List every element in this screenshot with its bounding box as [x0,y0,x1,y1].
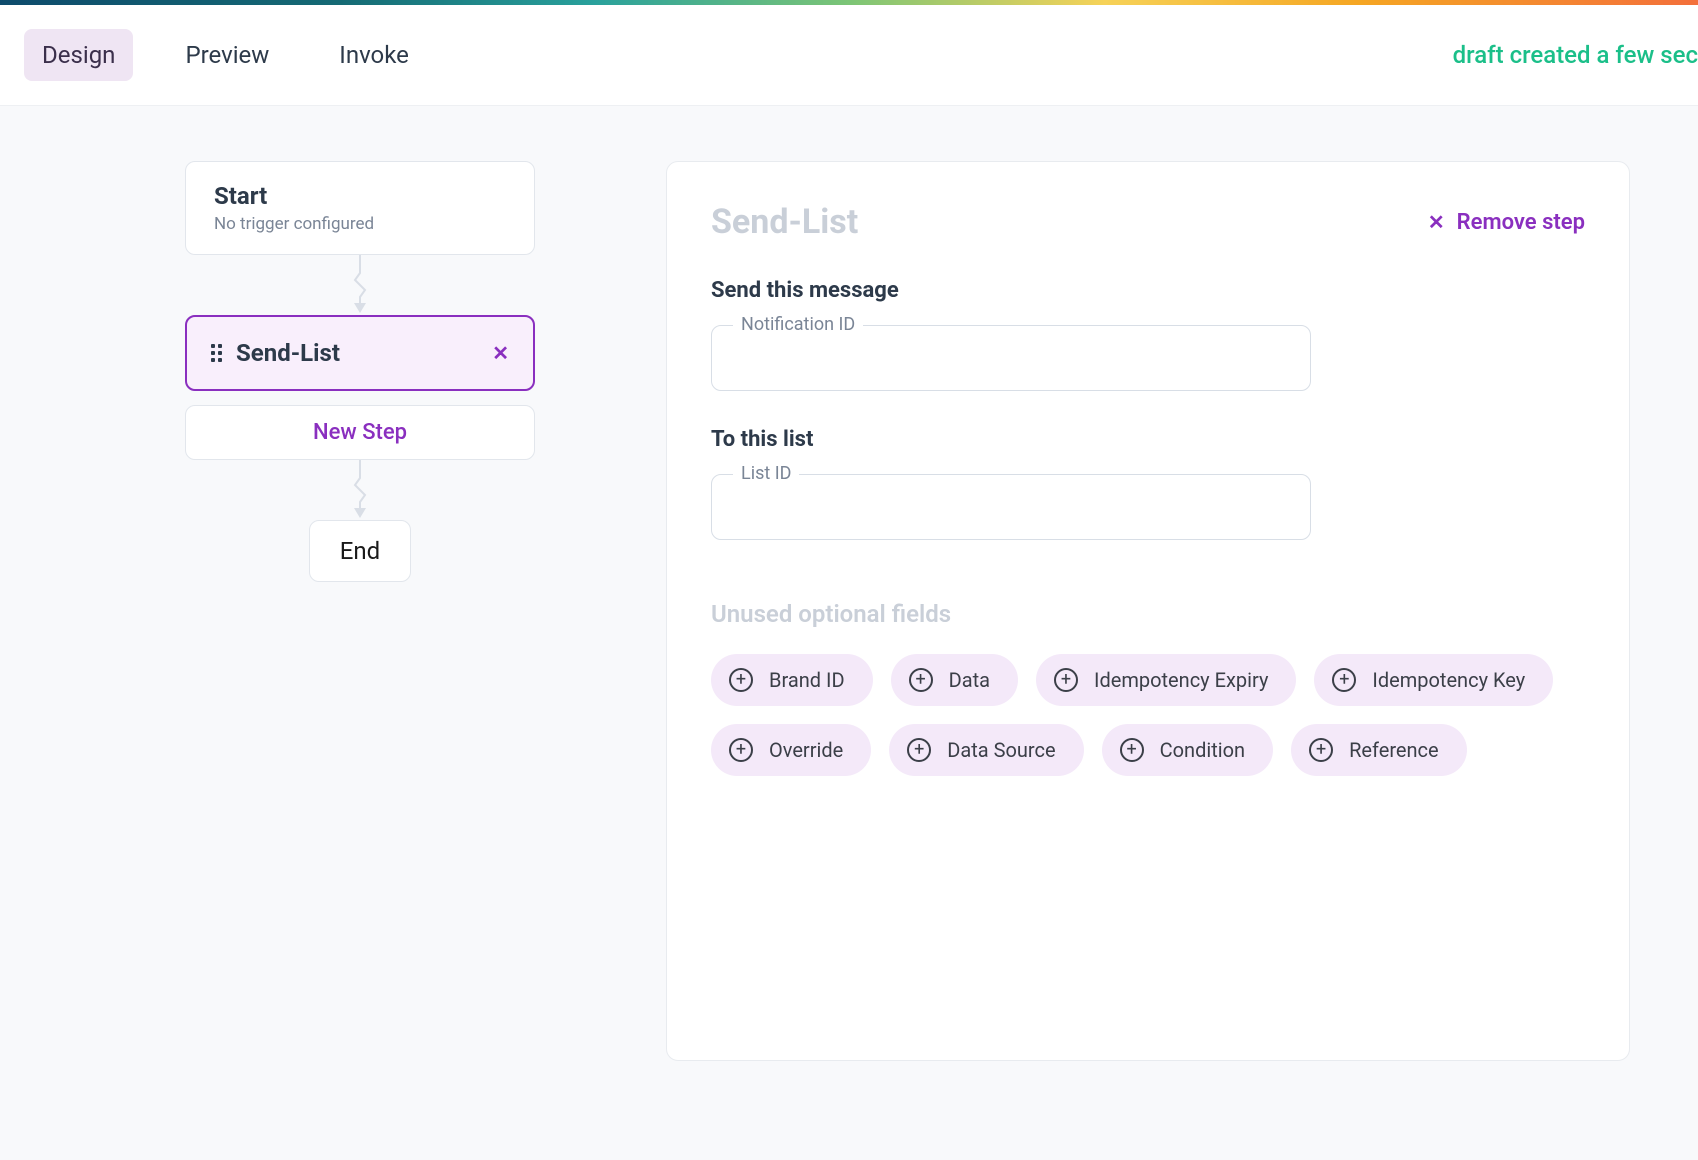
chip-data[interactable]: + Data [891,654,1018,706]
drag-handle-icon[interactable] [211,344,222,362]
connector-arrow [360,460,361,520]
chip-label: Data [949,668,990,692]
plus-circle-icon: + [909,668,933,692]
chip-label: Idempotency Key [1372,668,1525,692]
chip-label: Brand ID [769,668,845,692]
chip-label: Data Source [947,738,1055,762]
chip-data-source[interactable]: + Data Source [889,724,1083,776]
chip-idempotency-expiry[interactable]: + Idempotency Expiry [1036,654,1296,706]
step-detail-panel: Send-List ✕ Remove step Send this messag… [666,161,1630,1061]
notification-id-label: Notification ID [733,314,863,335]
plus-circle-icon: + [729,668,753,692]
remove-step-label: Remove step [1457,210,1585,235]
chip-label: Idempotency Expiry [1094,668,1268,692]
section-to-list: To this list [711,427,1585,452]
step-node-send-list[interactable]: Send-List ✕ [185,315,535,391]
list-id-label: List ID [733,463,799,484]
tab-invoke[interactable]: Invoke [321,29,427,81]
new-step-button[interactable]: New Step [185,405,535,460]
tab-preview[interactable]: Preview [167,29,287,81]
chip-label: Reference [1349,738,1439,762]
plus-circle-icon: + [907,738,931,762]
plus-circle-icon: + [1120,738,1144,762]
flow-column: Start No trigger configured Send-List ✕ … [185,161,535,582]
remove-step-button[interactable]: ✕ Remove step [1428,210,1585,235]
end-node: End [309,520,411,582]
chip-label: Override [769,738,843,762]
plus-circle-icon: + [729,738,753,762]
step-node-title: Send-List [236,339,340,367]
start-node-title: Start [214,182,506,210]
optional-field-chips: + Brand ID + Data + Idempotency Expiry +… [711,654,1585,776]
tab-bar: Design Preview Invoke draft created a fe… [0,5,1698,106]
draft-status: draft created a few sec [1453,41,1698,69]
chip-label: Condition [1160,738,1245,762]
plus-circle-icon: + [1054,668,1078,692]
tab-design[interactable]: Design [24,29,133,81]
start-node[interactable]: Start No trigger configured [185,161,535,255]
optional-fields-title: Unused optional fields [711,600,1585,628]
plus-circle-icon: + [1332,668,1356,692]
workflow-canvas: Start No trigger configured Send-List ✕ … [0,106,1698,1160]
chip-condition[interactable]: + Condition [1102,724,1273,776]
chip-brand-id[interactable]: + Brand ID [711,654,873,706]
remove-step-x-icon[interactable]: ✕ [492,341,509,365]
list-id-input[interactable] [711,474,1311,540]
section-send-message: Send this message [711,278,1585,303]
connector-arrow [360,255,361,315]
plus-circle-icon: + [1309,738,1333,762]
chip-reference[interactable]: + Reference [1291,724,1467,776]
chip-override[interactable]: + Override [711,724,871,776]
panel-title: Send-List [711,202,858,242]
start-node-subtitle: No trigger configured [214,214,506,234]
close-icon: ✕ [1428,210,1445,234]
chip-idempotency-key[interactable]: + Idempotency Key [1314,654,1553,706]
